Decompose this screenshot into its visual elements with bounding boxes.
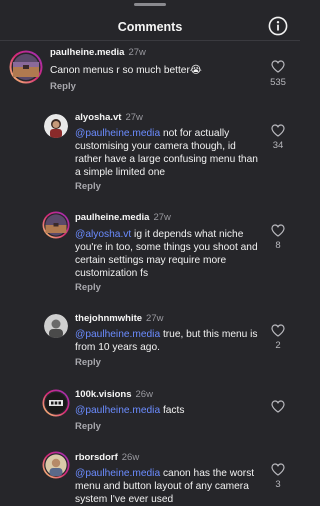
avatar[interactable] bbox=[9, 50, 43, 84]
timestamp: 26w bbox=[135, 389, 153, 400]
comment-text: @paulheine.media canon has the worst men… bbox=[75, 467, 260, 506]
avatar[interactable] bbox=[44, 114, 68, 138]
header-divider bbox=[0, 40, 300, 41]
reply-button[interactable]: Reply bbox=[75, 282, 101, 293]
heart-icon[interactable] bbox=[271, 463, 285, 476]
heart-icon[interactable] bbox=[271, 224, 285, 237]
avatar[interactable] bbox=[42, 451, 70, 479]
reply-button[interactable]: Reply bbox=[50, 81, 76, 92]
username[interactable]: alyosha.vt bbox=[75, 112, 121, 123]
reply-button[interactable]: Reply bbox=[75, 181, 101, 192]
comments-sheet: Comments paulheine.media 27w Canon menus… bbox=[0, 0, 300, 506]
comment-text: @paulheine.media facts bbox=[75, 404, 260, 417]
header-title: Comments bbox=[117, 20, 183, 34]
mention-link[interactable]: @alyosha.vt bbox=[75, 229, 131, 240]
username[interactable]: paulheine.media bbox=[50, 47, 124, 58]
username[interactable]: 100k.visions bbox=[75, 389, 132, 400]
timestamp: 27w bbox=[125, 112, 143, 123]
like-count: 34 bbox=[272, 140, 284, 151]
timestamp: 26w bbox=[121, 452, 140, 463]
heart-icon[interactable] bbox=[271, 400, 285, 413]
reply-button[interactable]: Reply bbox=[75, 357, 101, 368]
mention-link[interactable]: @paulheine.media bbox=[75, 329, 160, 340]
mention-link[interactable]: @paulheine.media bbox=[75, 128, 160, 139]
username[interactable]: paulheine.media bbox=[75, 212, 149, 223]
timestamp: 27w bbox=[146, 313, 164, 324]
username[interactable]: thejohnmwhite bbox=[75, 313, 142, 324]
reply-button[interactable]: Reply bbox=[75, 421, 101, 432]
like-count: 8 bbox=[275, 240, 281, 251]
timestamp: 27w bbox=[128, 47, 146, 58]
comment-body: Canon menus r so much better😭 bbox=[50, 65, 202, 76]
avatar[interactable] bbox=[42, 211, 70, 239]
mention-link[interactable]: @paulheine.media bbox=[75, 468, 160, 479]
like-count: 2 bbox=[275, 340, 281, 351]
comment-body: facts bbox=[160, 405, 185, 416]
comment-text: Canon menus r so much better😭 bbox=[50, 64, 250, 77]
timestamp: 27w bbox=[153, 212, 171, 223]
comment-text: @paulheine.media not for actually custom… bbox=[75, 127, 260, 179]
avatar[interactable] bbox=[44, 314, 68, 338]
avatar[interactable] bbox=[42, 389, 70, 417]
like-count: 535 bbox=[270, 77, 286, 88]
heart-icon[interactable] bbox=[271, 60, 285, 73]
like-count: 3 bbox=[275, 479, 281, 490]
heart-icon[interactable] bbox=[271, 124, 285, 137]
info-icon[interactable] bbox=[268, 16, 288, 36]
comment-text: @alyosha.vt ig it depends what niche you… bbox=[75, 228, 260, 280]
mention-link[interactable]: @paulheine.media bbox=[75, 405, 160, 416]
comment-text: @paulheine.media true, but this menu is … bbox=[75, 328, 260, 354]
heart-icon[interactable] bbox=[271, 324, 285, 337]
comments-header: Comments bbox=[0, 0, 300, 44]
username[interactable]: rborsdorf bbox=[75, 452, 118, 463]
